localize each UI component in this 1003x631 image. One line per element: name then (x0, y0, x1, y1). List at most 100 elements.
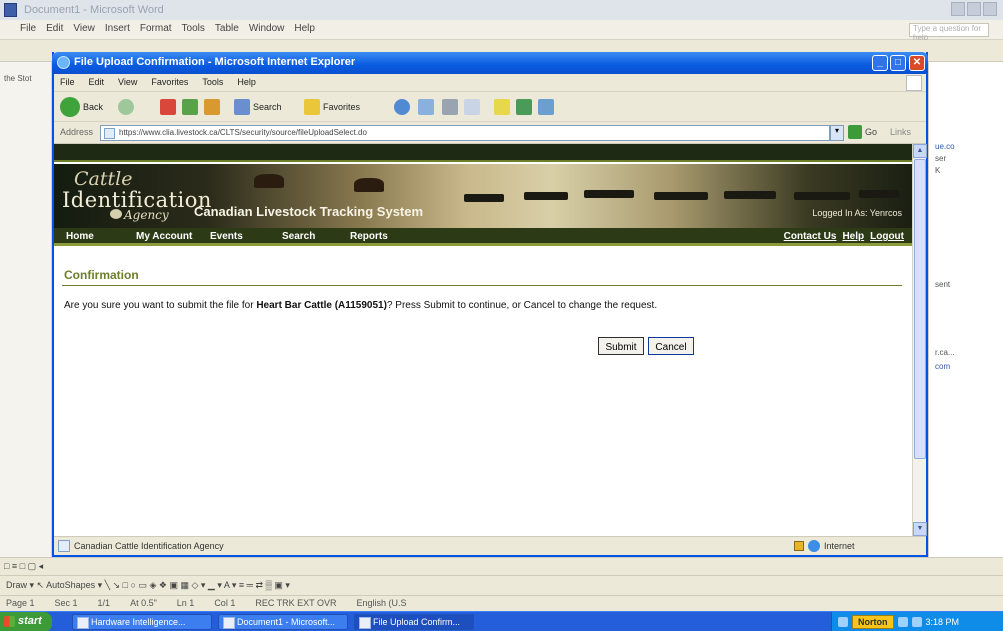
horse-rider-graphic (354, 178, 384, 192)
links-button[interactable]: Links (890, 127, 911, 137)
ie-titlebar[interactable]: File Upload Confirmation - Microsoft Int… (52, 52, 928, 74)
history-icon (394, 99, 410, 115)
address-dropdown-button[interactable]: ▾ (830, 125, 844, 141)
word-menu-tools[interactable]: Tools (182, 23, 205, 39)
word-help-input[interactable]: Type a question for help (909, 23, 989, 42)
word-view-buttons[interactable]: □ ≡ □ ▢ ◂ (0, 557, 1003, 575)
address-input[interactable]: https://www.clia.livestock.ca/CLTS/secur… (100, 125, 830, 141)
nav-home[interactable]: Home (66, 228, 94, 242)
stop-button[interactable] (160, 96, 176, 118)
home-button[interactable] (204, 96, 220, 118)
tray-icon[interactable] (911, 617, 922, 627)
ie-menu-edit[interactable]: Edit (89, 77, 105, 91)
nav-search[interactable]: Search (282, 228, 315, 242)
ie-menu-tools[interactable]: Tools (202, 77, 223, 91)
ie-maximize-button[interactable]: □ (890, 55, 906, 71)
nav-contact-us[interactable]: Contact Us (784, 231, 837, 242)
scroll-up-button[interactable]: ▲ (913, 144, 927, 158)
tray-icon[interactable] (838, 617, 848, 627)
nav-my-account[interactable]: My Account (136, 228, 192, 242)
ie-title-text: File Upload Confirmation - Microsoft Int… (74, 56, 356, 68)
address-url: https://www.clia.livestock.ca/CLTS/secur… (119, 128, 367, 137)
word-left-pane: the Stot (0, 62, 52, 557)
word-maximize-button[interactable] (967, 2, 981, 16)
word-menu-format[interactable]: Format (140, 23, 172, 39)
word-line: Ln 1 (176, 598, 195, 608)
page-scrollbar[interactable]: ▲ ▼ (912, 144, 927, 536)
cattle-graphic (464, 194, 504, 202)
taskbar-item[interactable]: Hardware Intelligence... (72, 614, 212, 630)
start-button[interactable]: start (0, 612, 52, 631)
word-right-snip: ser (935, 154, 947, 163)
word-language: English (U.S (356, 598, 407, 608)
zone-label: Internet (824, 541, 855, 551)
ie-minimize-button[interactable]: _ (872, 55, 888, 71)
word-close-button[interactable] (983, 2, 997, 16)
stop-icon (160, 99, 176, 115)
forward-arrow-icon (118, 99, 134, 115)
edit-button[interactable] (464, 96, 480, 118)
word-section: Sec 1 (54, 598, 78, 608)
word-menu-file[interactable]: File (20, 23, 36, 39)
word-menu-insert[interactable]: Insert (105, 23, 130, 39)
norton-tray-button[interactable]: Norton (852, 615, 894, 629)
ie-status-bar: Canadian Cattle Identification Agency In… (54, 536, 926, 555)
word-menu-view[interactable]: View (73, 23, 95, 39)
status-text: Canadian Cattle Identification Agency (74, 541, 224, 551)
messenger-button[interactable] (516, 96, 532, 118)
system-tray: Norton 3:18 PM (831, 612, 1003, 631)
ie-close-button[interactable]: ✕ (909, 55, 925, 71)
word-window-controls[interactable] (951, 2, 997, 16)
nav-logout[interactable]: Logout (870, 231, 904, 242)
ie-menubar: File Edit View Favorites Tools Help (54, 74, 926, 92)
scroll-down-button[interactable]: ▼ (913, 522, 927, 536)
submit-button[interactable]: Submit (598, 337, 644, 355)
cancel-button[interactable]: Cancel (648, 337, 694, 355)
word-left-snip: the Stot (4, 74, 32, 83)
confirmation-message: Are you sure you want to submit the file… (64, 300, 904, 311)
tray-icon[interactable] (897, 617, 908, 627)
taskbar-item-active[interactable]: File Upload Confirm... (354, 614, 474, 630)
logo-agency-text: Agency (124, 208, 169, 222)
ie-menu-file[interactable]: File (60, 77, 75, 91)
word-drawing-toolbar[interactable]: Draw ▾ ↖ AutoShapes ▾ ╲ ↘ □ ○ ▭ ◈ ❖ ▣ ▦ … (0, 575, 1003, 595)
word-menu-edit[interactable]: Edit (46, 23, 63, 39)
clock: 3:18 PM (925, 617, 960, 627)
word-right-pane: ue.co ser K sent r.ca... com (928, 62, 1003, 557)
word-menu-table[interactable]: Table (215, 23, 239, 39)
messenger-icon (516, 99, 532, 115)
search-button[interactable]: Search (234, 96, 282, 118)
mail-button[interactable] (418, 96, 434, 118)
discuss-button[interactable] (538, 96, 554, 118)
ie-menu-view[interactable]: View (118, 77, 137, 91)
nav-help[interactable]: Help (842, 231, 864, 242)
word-page-number: Page 1 (6, 598, 35, 608)
search-icon (234, 99, 250, 115)
scroll-thumb[interactable] (914, 159, 926, 459)
print-button[interactable] (442, 96, 458, 118)
ie-app-icon (57, 56, 70, 69)
nav-reports[interactable]: Reports (350, 228, 388, 242)
go-button[interactable]: Go (848, 125, 877, 139)
word-menu-window[interactable]: Window (249, 23, 285, 39)
refresh-icon (182, 99, 198, 115)
history-button[interactable] (394, 96, 410, 118)
security-zone: Internet (794, 540, 855, 552)
taskbar-item[interactable]: Document1 - Microsoft... (218, 614, 348, 630)
system-title: Canadian Livestock Tracking System (194, 204, 424, 219)
address-bar: Address https://www.clia.livestock.ca/CL… (54, 122, 926, 144)
page-icon (104, 128, 115, 139)
cattle-graphic (724, 191, 776, 199)
logged-in-status: Logged In As: Yenrcos (812, 208, 902, 218)
word-menu-help[interactable]: Help (294, 23, 315, 39)
nav-events[interactable]: Events (210, 228, 243, 242)
word-minimize-button[interactable] (951, 2, 965, 16)
research-button[interactable] (494, 96, 510, 118)
ie-menu-favorites[interactable]: Favorites (151, 77, 188, 91)
ie-menu-help[interactable]: Help (237, 77, 256, 91)
forward-button[interactable] (118, 96, 134, 118)
favorites-button[interactable]: Favorites (304, 96, 360, 118)
back-button[interactable]: Back (60, 96, 103, 118)
banner-top-strip (54, 144, 912, 162)
refresh-button[interactable] (182, 96, 198, 118)
